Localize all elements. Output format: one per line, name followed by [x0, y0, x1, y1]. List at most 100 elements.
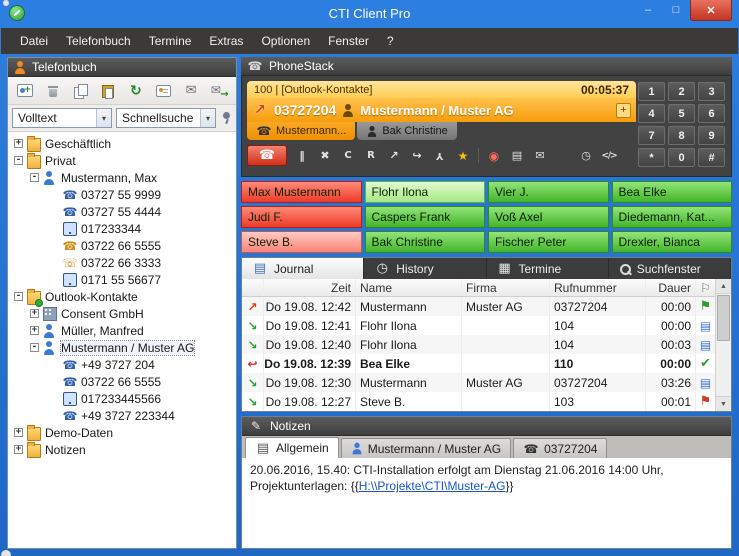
- journal-scrollbar[interactable]: ▲ ▼: [715, 279, 731, 411]
- record-button[interactable]: [486, 148, 502, 164]
- expander-icon[interactable]: -: [14, 156, 23, 165]
- paste-button[interactable]: [96, 80, 121, 102]
- tree-item[interactable]: +Notizen: [8, 441, 236, 458]
- tree-item[interactable]: 03722 66 3333: [8, 254, 236, 271]
- dialpad-key-7[interactable]: 7: [638, 126, 665, 145]
- mail-button[interactable]: [179, 80, 204, 102]
- col-name[interactable]: Name: [356, 279, 462, 296]
- col-rufnummer[interactable]: Rufnummer: [550, 279, 646, 296]
- contact-button[interactable]: [555, 148, 571, 164]
- notes-body[interactable]: 20.06.2016, 15.40: CTI-Installation erfo…: [242, 458, 731, 548]
- delete-button[interactable]: [41, 80, 66, 102]
- tree-item[interactable]: 017233344: [8, 220, 236, 237]
- transfer-button[interactable]: [386, 148, 402, 164]
- tab-suchfenster[interactable]: Suchfenster: [609, 258, 731, 279]
- blf-tile[interactable]: Bea Elke: [612, 181, 733, 203]
- menu-telefonbuch[interactable]: Telefonbuch: [57, 30, 140, 52]
- chevron-down-icon[interactable]: ▾: [96, 109, 111, 127]
- expander-icon[interactable]: +: [14, 139, 23, 148]
- note-icon[interactable]: [698, 318, 714, 334]
- expander-icon[interactable]: -: [14, 292, 23, 301]
- menu-termine[interactable]: Termine: [140, 30, 201, 52]
- quicksearch-select[interactable]: Schnellsuche ▾: [116, 108, 216, 128]
- journal-row[interactable]: Do 19.08. 12:39 Bea Elke 110 00:00: [242, 354, 715, 373]
- journal-row[interactable]: Do 19.08. 12:41 Flohr Ilona 104 00:00: [242, 316, 715, 335]
- maximize-button[interactable]: □: [662, 0, 690, 19]
- call-tab-inactive[interactable]: Bak Christine: [357, 122, 456, 140]
- scrollbar-thumb[interactable]: [717, 295, 730, 341]
- conference-button[interactable]: [432, 148, 448, 164]
- tree-item-selected[interactable]: -Mustermann / Muster AG: [8, 339, 236, 356]
- menu-extras[interactable]: Extras: [200, 30, 252, 52]
- menu-optionen[interactable]: Optionen: [252, 30, 319, 52]
- scroll-up-button[interactable]: ▲: [716, 279, 731, 294]
- hangup-button[interactable]: [247, 145, 287, 166]
- menu-help[interactable]: ?: [378, 30, 403, 52]
- tree-item[interactable]: +49 3727 204: [8, 356, 236, 373]
- project-folder-link[interactable]: H:\\Projekte\CTI\Muster-AG: [359, 479, 506, 493]
- send-button[interactable]: [206, 80, 231, 102]
- tree-item[interactable]: -Outlook-Kontakte: [8, 288, 236, 305]
- favorite-button[interactable]: [455, 148, 471, 164]
- tree-item[interactable]: 03722 66 5555: [8, 237, 236, 254]
- dialpad-key-1[interactable]: 1: [638, 82, 665, 101]
- blf-tile[interactable]: Voß Axel: [488, 206, 609, 228]
- code-button[interactable]: [601, 148, 617, 164]
- blf-tile[interactable]: Bak Christine: [365, 231, 486, 253]
- close-button[interactable]: ✕: [690, 0, 732, 21]
- minimize-button[interactable]: –: [634, 0, 662, 19]
- blf-tile[interactable]: Judi F.: [241, 206, 362, 228]
- blf-tile[interactable]: Steve B.: [241, 231, 362, 253]
- contact-card-button[interactable]: [509, 148, 525, 164]
- col-zeit[interactable]: Zeit: [264, 279, 356, 296]
- copy-button[interactable]: [68, 80, 93, 102]
- consult-button[interactable]: [340, 148, 356, 164]
- check-icon[interactable]: [698, 356, 714, 372]
- tree-item[interactable]: 03727 55 9999: [8, 186, 236, 203]
- expand-call-button[interactable]: +: [616, 103, 631, 118]
- add-contact-button[interactable]: [13, 80, 38, 102]
- clear-button[interactable]: [317, 148, 333, 164]
- dialpad-key-9[interactable]: 9: [698, 126, 725, 145]
- dialpad-key-0[interactable]: 0: [668, 148, 695, 167]
- col-firma[interactable]: Firma: [462, 279, 550, 296]
- tab-termine[interactable]: Termine: [487, 258, 609, 279]
- blf-tile[interactable]: Fischer Peter: [488, 231, 609, 253]
- dialpad-key-6[interactable]: 6: [698, 104, 725, 123]
- flag-icon[interactable]: [698, 394, 714, 410]
- notes-tab-number[interactable]: 03727204: [513, 438, 607, 458]
- dialpad-key-2[interactable]: 2: [668, 82, 695, 101]
- dialpad-key-hash[interactable]: #: [698, 148, 725, 167]
- history-button[interactable]: [578, 148, 594, 164]
- expander-icon[interactable]: +: [30, 326, 39, 335]
- blf-tile[interactable]: Drexler, Bianca: [612, 231, 733, 253]
- tree-item[interactable]: +Demo-Daten: [8, 424, 236, 441]
- expander-icon[interactable]: -: [30, 343, 39, 352]
- journal-row[interactable]: Do 19.08. 12:30 Mustermann Muster AG 037…: [242, 373, 715, 392]
- redial-button[interactable]: [363, 148, 379, 164]
- flag-icon[interactable]: [698, 299, 714, 315]
- expander-icon[interactable]: +: [14, 445, 23, 454]
- scroll-down-button[interactable]: ▼: [716, 396, 731, 411]
- tree-item[interactable]: 017233445566: [8, 390, 236, 407]
- fulltext-select[interactable]: Volltext ▾: [12, 108, 112, 128]
- tree-item[interactable]: +49 3727 223344: [8, 407, 236, 424]
- dialpad-key-5[interactable]: 5: [668, 104, 695, 123]
- notes-tab-allgemein[interactable]: Allgemein: [245, 437, 339, 458]
- blf-tile[interactable]: Caspers Frank: [365, 206, 486, 228]
- dialpad-key-star[interactable]: *: [638, 148, 665, 167]
- menu-datei[interactable]: Datei: [11, 30, 57, 52]
- menu-fenster[interactable]: Fenster: [319, 30, 378, 52]
- tree-item[interactable]: 0171 55 56677: [8, 271, 236, 288]
- hold-button[interactable]: [294, 148, 310, 164]
- expander-icon[interactable]: +: [30, 309, 39, 318]
- expander-icon[interactable]: +: [14, 428, 23, 437]
- expander-icon[interactable]: -: [30, 173, 39, 182]
- blf-tile[interactable]: Max Mustermann: [241, 181, 362, 203]
- blf-tile[interactable]: Diedemann, Kat...: [612, 206, 733, 228]
- dialpad-key-4[interactable]: 4: [638, 104, 665, 123]
- tree-item[interactable]: +Consent GmbH: [8, 305, 236, 322]
- email-button[interactable]: [532, 148, 548, 164]
- dialpad-key-3[interactable]: 3: [698, 82, 725, 101]
- col-dauer[interactable]: Dauer: [646, 279, 696, 296]
